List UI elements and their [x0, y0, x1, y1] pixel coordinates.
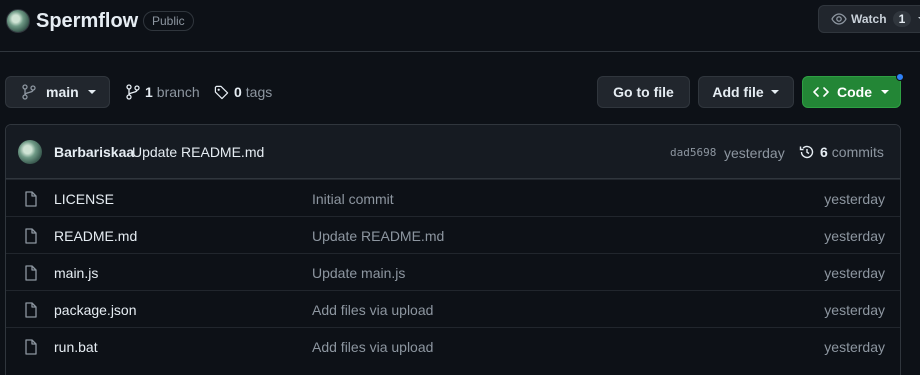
file-name[interactable]: LICENSE — [54, 191, 114, 207]
file-name[interactable]: run.bat — [54, 339, 98, 355]
commit-label: commits — [831, 144, 884, 160]
commit-count: 6 — [820, 144, 828, 160]
file-commit-time: yesterday — [824, 265, 885, 281]
tags-link[interactable]: 0 tags — [214, 84, 272, 100]
watch-count: 1 — [892, 11, 912, 27]
file-commit-time: yesterday — [824, 228, 885, 244]
add-file-label: Add file — [712, 84, 764, 100]
file-row[interactable]: README.md Update README.md yesterday — [6, 216, 900, 253]
file-commit-message[interactable]: Update main.js — [312, 265, 405, 281]
watch-button[interactable]: Watch 1 — [818, 5, 920, 33]
file-commit-time: yesterday — [824, 302, 885, 318]
file-icon — [24, 302, 38, 318]
eye-icon — [831, 11, 847, 27]
repo-name[interactable]: Spermflow — [36, 10, 138, 33]
commit-author[interactable]: Barbariskaa — [54, 144, 134, 160]
visibility-badge: Public — [143, 11, 194, 31]
code-label: Code — [837, 84, 872, 100]
file-icon — [24, 339, 38, 355]
file-name[interactable]: README.md — [54, 228, 137, 244]
chevron-down-icon — [87, 87, 97, 97]
commit-time: yesterday — [724, 145, 785, 161]
code-icon — [813, 84, 829, 100]
file-commit-message[interactable]: Update README.md — [312, 228, 444, 244]
file-row[interactable]: main.js Update main.js yesterday — [6, 253, 900, 290]
notification-dot — [896, 73, 904, 81]
file-name[interactable]: main.js — [54, 265, 98, 281]
author-avatar[interactable] — [18, 140, 42, 164]
git-branch-icon — [22, 84, 36, 100]
tag-count: 0 — [234, 84, 242, 100]
owner-avatar[interactable] — [6, 9, 30, 33]
file-row[interactable]: LICENSE Initial commit yesterday — [6, 179, 900, 216]
repo-header: Spermflow Public Watch 1 — [0, 0, 920, 52]
chevron-down-icon — [770, 87, 780, 97]
file-list: Barbariskaa Update README.md dad5698 yes… — [5, 124, 901, 375]
file-commit-time: yesterday — [824, 191, 885, 207]
branch-label: branch — [156, 84, 200, 100]
git-branch-icon — [126, 84, 140, 100]
chevron-down-icon — [880, 87, 890, 97]
commits-link[interactable]: 6 commits — [799, 144, 884, 160]
go-to-file-button[interactable]: Go to file — [597, 76, 690, 108]
file-commit-time: yesterday — [824, 339, 885, 355]
add-file-button[interactable]: Add file — [698, 76, 794, 108]
tag-icon — [214, 85, 229, 100]
branch-select-button[interactable]: main — [5, 76, 110, 108]
file-row[interactable]: run.bat Add files via upload yesterday — [6, 327, 900, 364]
file-commit-message[interactable]: Add files via upload — [312, 302, 433, 318]
file-icon — [24, 191, 38, 207]
file-name[interactable]: package.json — [54, 302, 137, 318]
file-icon — [24, 265, 38, 281]
branch-count: 1 — [145, 84, 153, 100]
history-icon — [799, 144, 815, 160]
file-icon — [24, 228, 38, 244]
tag-label: tags — [245, 84, 273, 100]
file-commit-message[interactable]: Initial commit — [312, 191, 394, 207]
branches-link[interactable]: 1 branch — [126, 84, 200, 100]
file-commit-message[interactable]: Add files via upload — [312, 339, 433, 355]
commit-hash[interactable]: dad5698 — [670, 146, 716, 159]
watch-label: Watch — [851, 12, 887, 26]
latest-commit-bar: Barbariskaa Update README.md dad5698 yes… — [6, 125, 900, 179]
branch-name: main — [46, 84, 79, 100]
code-button[interactable]: Code — [802, 76, 901, 108]
commit-message[interactable]: Update README.md — [132, 144, 264, 160]
file-row[interactable]: package.json Add files via upload yester… — [6, 290, 900, 327]
